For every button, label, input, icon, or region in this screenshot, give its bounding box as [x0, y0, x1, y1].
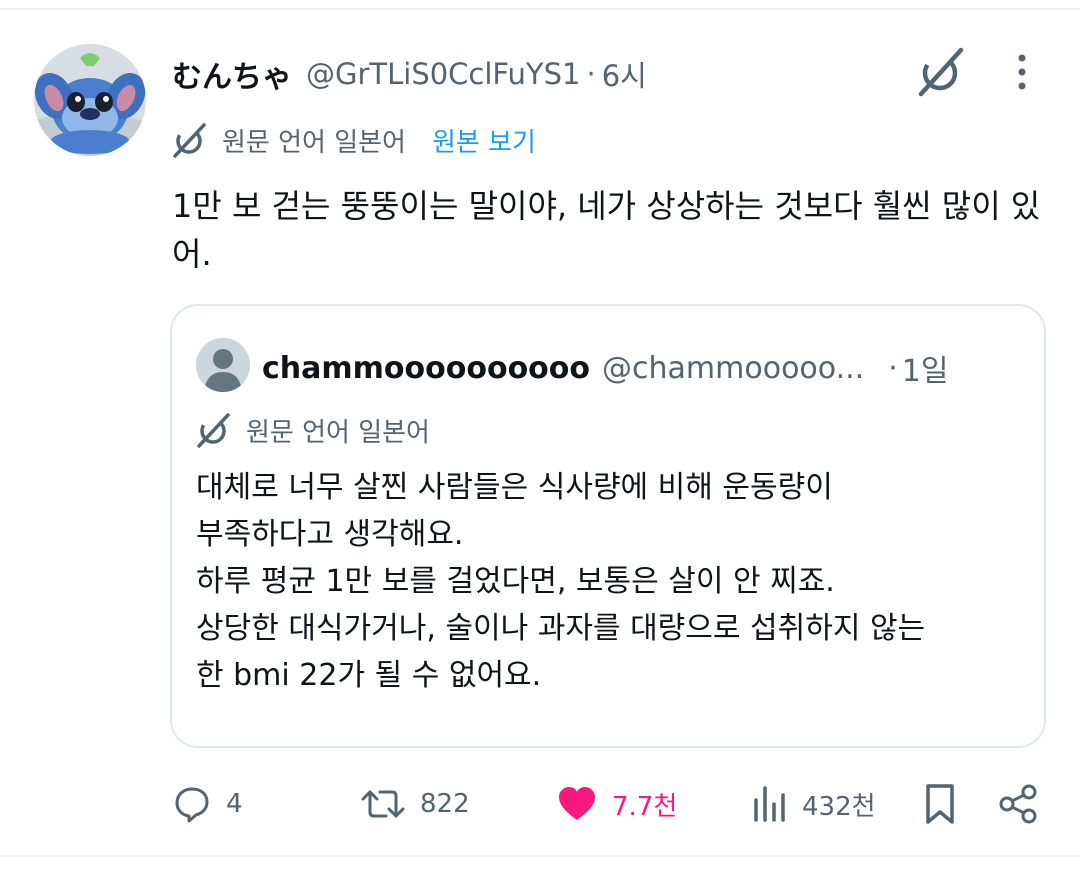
- quoted-separator: ·: [888, 350, 898, 386]
- quoted-handle[interactable]: @chammooooo...: [602, 351, 864, 386]
- action-bar: 4 822 7.7천 432천: [0, 776, 1080, 832]
- quoted-text: 대체로 너무 살찐 사람들은 식사량에 비해 운동량이 부족하다고 생각해요. …: [196, 464, 1026, 699]
- author-avatar[interactable]: [34, 44, 146, 156]
- quoted-timestamp[interactable]: 1일: [902, 346, 949, 390]
- reply-button[interactable]: 4: [172, 776, 243, 832]
- translation-label: 원문 언어 일본어: [222, 127, 406, 158]
- translation-row: 원문 언어 일본어 원본 보기: [172, 120, 536, 160]
- quoted-header: chammoooooooooo @chammooooo... · 1일: [262, 346, 1022, 390]
- heart-filled-icon: [559, 787, 595, 820]
- repost-arrows-icon: [361, 790, 405, 818]
- reply-count: 4: [226, 789, 243, 819]
- quoted-translation-row: 원문 언어 일본어: [196, 410, 430, 450]
- repost-count: 822: [420, 789, 470, 819]
- quoted-text-line: 한 bmi 22가 될 수 없어요.: [196, 658, 542, 693]
- grok-icon[interactable]: [915, 46, 967, 98]
- quoted-tweet[interactable]: chammoooooooooo @chammooooo... · 1일 원문 언…: [170, 304, 1046, 748]
- quoted-text-line: 상당한 대식가거나, 술이나 과자를 대량으로 섭취하지 않는: [196, 611, 926, 646]
- quoted-author-avatar[interactable]: [196, 338, 250, 392]
- tweet-text: 1만 보 걷는 뚱뚱이는 말이야, 네가 상상하는 것보다 훨씬 많이 있어.: [172, 187, 1041, 273]
- reply-bubble-icon: [175, 787, 209, 823]
- quoted-display-name[interactable]: chammoooooooooo: [262, 351, 590, 386]
- quoted-text-line: 부족하다고 생각해요.: [196, 517, 464, 552]
- quoted-text-line: 대체로 너무 살찐 사람들은 식사량에 비해 운동량이: [196, 470, 833, 505]
- author-handle[interactable]: @GrTLiS0CclFuYS1: [306, 57, 580, 91]
- translate-icon: [173, 123, 206, 158]
- header-separator: ·: [586, 57, 596, 91]
- tweet-timestamp[interactable]: 6시: [602, 53, 647, 95]
- author-display-name[interactable]: むんちゃ: [172, 52, 292, 96]
- quoted-text-line: 하루 평균 1만 보를 걸었다면, 보통은 살이 안 찌죠.: [196, 564, 835, 599]
- quoted-translation-label: 원문 언어 일본어: [246, 417, 430, 448]
- translate-icon: [197, 413, 230, 448]
- like-button[interactable]: 7.7천: [556, 776, 677, 832]
- views-count: 432천: [802, 791, 876, 822]
- share-icon: [999, 784, 1037, 824]
- like-count: 7.7천: [612, 791, 678, 822]
- top-divider: [0, 8, 1080, 10]
- bookmark-button[interactable]: [922, 776, 958, 832]
- bottom-divider: [0, 855, 1080, 857]
- views-button[interactable]: 432천: [752, 776, 876, 832]
- more-vertical-icon[interactable]: [1004, 52, 1040, 92]
- share-button[interactable]: [998, 776, 1040, 832]
- show-original-link[interactable]: 원본 보기: [432, 122, 536, 159]
- views-bar-chart-icon: [754, 786, 785, 822]
- repost-button[interactable]: 822: [360, 776, 470, 832]
- bookmark-icon: [926, 784, 954, 824]
- tweet-header: むんちゃ @GrTLiS0CclFuYS1 · 6시: [172, 52, 647, 96]
